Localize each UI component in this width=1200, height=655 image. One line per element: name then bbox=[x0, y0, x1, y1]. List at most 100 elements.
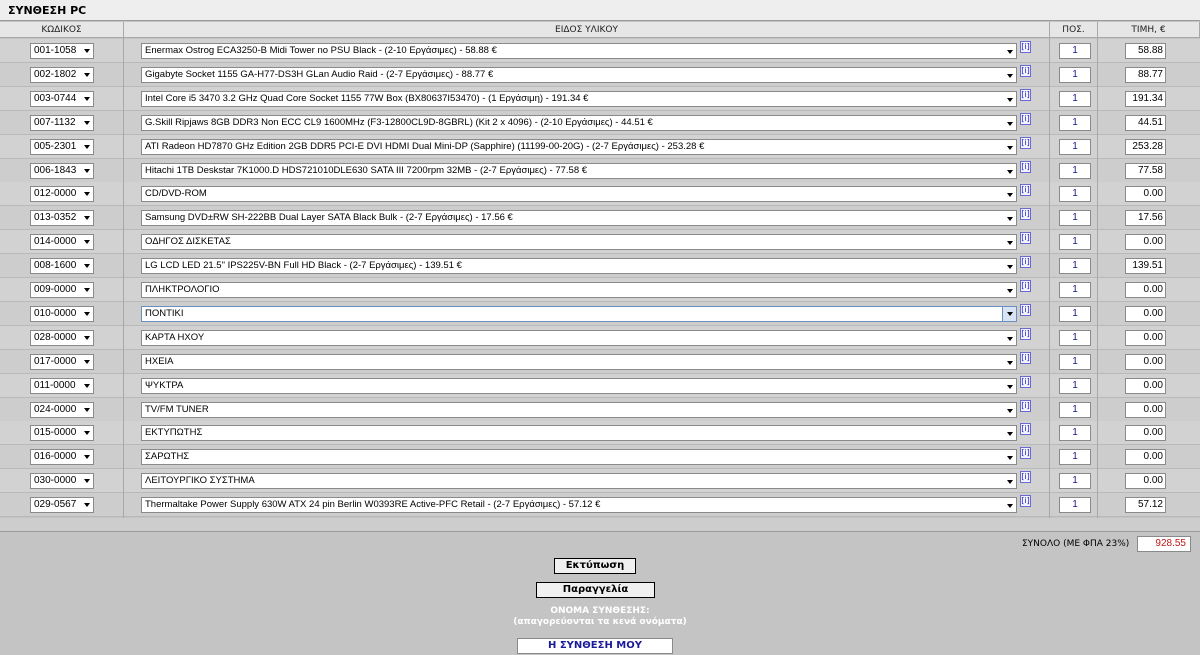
description-select[interactable]: LG LCD LED 21.5" IPS225V-BN Full HD Blac… bbox=[141, 258, 1017, 275]
table-row: 008-1600 LG LCD LED 21.5" IPS225V-BN Full… bbox=[0, 254, 1200, 279]
description-select[interactable]: ΣΑΡΩΤΗΣ bbox=[141, 449, 1017, 466]
description-select[interactable]: Samsung DVD±RW SH-222BB Dual Layer SATA … bbox=[141, 210, 1017, 227]
code-select[interactable]: 016-0000 bbox=[30, 449, 94, 466]
code-select[interactable]: 001-1058 bbox=[30, 43, 94, 59]
code-select[interactable]: 006-1843 bbox=[30, 162, 94, 179]
table-row: 030-0000 ΛΕΙΤΟΥΡΓΙΚΟ ΣΥΣΤΗΜΑ [i] 1 0.00 bbox=[0, 469, 1200, 494]
quantity-input[interactable]: 1 bbox=[1059, 114, 1091, 131]
quantity-input[interactable]: 1 bbox=[1059, 66, 1091, 83]
code-select[interactable]: 028-0000 bbox=[30, 329, 94, 346]
quantity-input[interactable]: 1 bbox=[1059, 234, 1091, 251]
info-icon[interactable]: [i] bbox=[1020, 184, 1031, 197]
description-select[interactable]: TV/FM TUNER bbox=[141, 401, 1017, 418]
quantity-input[interactable]: 1 bbox=[1059, 401, 1091, 418]
quantity-input[interactable]: 1 bbox=[1059, 473, 1091, 490]
code-select[interactable]: 030-0000 bbox=[30, 473, 94, 490]
description-select[interactable]: Thermaltake Power Supply 630W ATX 24 pin… bbox=[141, 497, 1017, 514]
description-select[interactable]: Enermax Ostrog ECA3250-B Midi Tower no P… bbox=[141, 43, 1017, 59]
info-icon[interactable]: [i] bbox=[1020, 208, 1031, 221]
info-icon[interactable]: [i] bbox=[1020, 64, 1031, 77]
price-value: 0.00 bbox=[1125, 282, 1166, 298]
description-select[interactable]: G.Skill Ripjaws 8GB DDR3 Non ECC CL9 160… bbox=[141, 114, 1017, 131]
price-value: 44.51 bbox=[1125, 114, 1166, 131]
chevron-down-icon bbox=[84, 120, 90, 125]
quantity-input[interactable]: 1 bbox=[1059, 162, 1091, 179]
quantity-input[interactable]: 1 bbox=[1059, 186, 1091, 203]
description-select[interactable]: ΟΔΗΓΟΣ ΔΙΣΚΕΤΑΣ bbox=[141, 234, 1017, 251]
info-icon[interactable]: [i] bbox=[1020, 136, 1031, 149]
info-icon[interactable]: [i] bbox=[1020, 447, 1031, 460]
description-select[interactable]: ATI Radeon HD7870 GHz Edition 2GB DDR5 P… bbox=[141, 138, 1017, 155]
description-value: ΛΕΙΤΟΥΡΓΙΚΟ ΣΥΣΤΗΜΑ bbox=[145, 475, 255, 487]
description-select[interactable]: ΨΥΚΤΡΑ bbox=[141, 377, 1017, 394]
code-value: 005-2301 bbox=[34, 140, 77, 152]
info-icon[interactable]: [i] bbox=[1020, 327, 1031, 340]
quantity-input[interactable]: 1 bbox=[1059, 305, 1091, 322]
code-select[interactable]: 011-0000 bbox=[30, 377, 94, 394]
info-icon[interactable]: [i] bbox=[1020, 495, 1031, 508]
info-icon[interactable]: [i] bbox=[1020, 280, 1031, 292]
code-select[interactable]: 024-0000 bbox=[30, 401, 94, 418]
code-select[interactable]: 008-1600 bbox=[30, 258, 94, 275]
info-icon[interactable]: [i] bbox=[1020, 471, 1031, 484]
order-button[interactable]: Παραγγελία bbox=[536, 582, 655, 598]
info-icon[interactable]: [i] bbox=[1020, 423, 1031, 436]
code-select[interactable]: 014-0000 bbox=[30, 234, 94, 251]
quantity-input[interactable]: 1 bbox=[1059, 43, 1091, 59]
info-icon[interactable]: [i] bbox=[1020, 256, 1031, 269]
info-icon[interactable]: [i] bbox=[1020, 112, 1031, 125]
description-select[interactable]: ΠΟΝΤΙΚΙ bbox=[141, 305, 1017, 322]
code-select[interactable]: 007-1132 bbox=[30, 114, 94, 131]
description-select[interactable]: ΛΕΙΤΟΥΡΓΙΚΟ ΣΥΣΤΗΜΑ bbox=[141, 473, 1017, 490]
description-select[interactable]: ΗΧΕΙΑ bbox=[141, 353, 1017, 370]
quantity-input[interactable]: 1 bbox=[1059, 210, 1091, 227]
quantity-input[interactable]: 1 bbox=[1059, 449, 1091, 466]
quantity-input[interactable]: 1 bbox=[1059, 497, 1091, 514]
code-select[interactable]: 009-0000 bbox=[30, 282, 94, 298]
code-select[interactable]: 002-1802 bbox=[30, 66, 94, 83]
chevron-down-icon bbox=[84, 455, 90, 460]
table-row: 012-0000 CD/DVD-ROM [i] 1 0.00 bbox=[0, 182, 1200, 207]
info-icon[interactable]: [i] bbox=[1020, 41, 1031, 53]
description-select[interactable]: ΚΑΡΤΑ ΗΧΟΥ bbox=[141, 329, 1017, 346]
description-value: Gigabyte Socket 1155 GA-H77-DS3H GLan Au… bbox=[145, 68, 494, 80]
print-button[interactable]: Εκτύπωση bbox=[554, 558, 636, 574]
description-select[interactable]: Gigabyte Socket 1155 GA-H77-DS3H GLan Au… bbox=[141, 66, 1017, 83]
quantity-input[interactable]: 1 bbox=[1059, 258, 1091, 275]
code-select[interactable]: 017-0000 bbox=[30, 353, 94, 370]
info-icon[interactable]: [i] bbox=[1020, 399, 1031, 412]
quantity-input[interactable]: 1 bbox=[1059, 377, 1091, 394]
description-select[interactable]: ΠΛΗΚΤΡΟΛΟΓΙΟ bbox=[141, 282, 1017, 298]
description-select[interactable]: Intel Core i5 3470 3.2 GHz Quad Core Soc… bbox=[141, 90, 1017, 107]
price-value: 253.28 bbox=[1125, 138, 1166, 155]
quantity-input[interactable]: 1 bbox=[1059, 425, 1091, 442]
code-select[interactable]: 003-0744 bbox=[30, 90, 94, 107]
description-select[interactable]: CD/DVD-ROM bbox=[141, 186, 1017, 203]
description-select[interactable]: ΕΚΤΥΠΩΤΗΣ bbox=[141, 425, 1017, 442]
table-row: 003-0744 Intel Core i5 3470 3.2 GHz Quad … bbox=[0, 86, 1200, 111]
description-select[interactable]: Hitachi 1TB Deskstar 7K1000.D HDS721010D… bbox=[141, 162, 1017, 179]
table-row: 015-0000 ΕΚΤΥΠΩΤΗΣ [i] 1 0.00 bbox=[0, 421, 1200, 446]
dropdown-button[interactable] bbox=[1002, 306, 1016, 321]
info-icon[interactable]: [i] bbox=[1020, 88, 1031, 101]
code-select[interactable]: 015-0000 bbox=[30, 425, 94, 442]
info-icon[interactable]: [i] bbox=[1020, 375, 1031, 388]
code-select[interactable]: 010-0000 bbox=[30, 305, 94, 322]
info-icon[interactable]: [i] bbox=[1020, 351, 1031, 364]
code-select[interactable]: 012-0000 bbox=[30, 186, 94, 203]
quantity-input[interactable]: 1 bbox=[1059, 329, 1091, 346]
quantity-input[interactable]: 1 bbox=[1059, 282, 1091, 298]
code-select[interactable]: 013-0352 bbox=[30, 210, 94, 227]
composition-name-input[interactable]: Η ΣΥΝΘΕΣΗ ΜΟΥ bbox=[517, 638, 673, 654]
quantity-input[interactable]: 1 bbox=[1059, 353, 1091, 370]
description-value: ATI Radeon HD7870 GHz Edition 2GB DDR5 P… bbox=[145, 140, 705, 152]
code-select[interactable]: 005-2301 bbox=[30, 138, 94, 155]
chevron-down-icon bbox=[84, 240, 90, 245]
code-select[interactable]: 029-0567 bbox=[30, 497, 94, 514]
info-icon[interactable]: [i] bbox=[1020, 303, 1031, 316]
info-icon[interactable]: [i] bbox=[1020, 160, 1031, 173]
quantity-input[interactable]: 1 bbox=[1059, 90, 1091, 107]
quantity-input[interactable]: 1 bbox=[1059, 138, 1091, 155]
code-value: 009-0000 bbox=[34, 284, 77, 295]
info-icon[interactable]: [i] bbox=[1020, 232, 1031, 245]
